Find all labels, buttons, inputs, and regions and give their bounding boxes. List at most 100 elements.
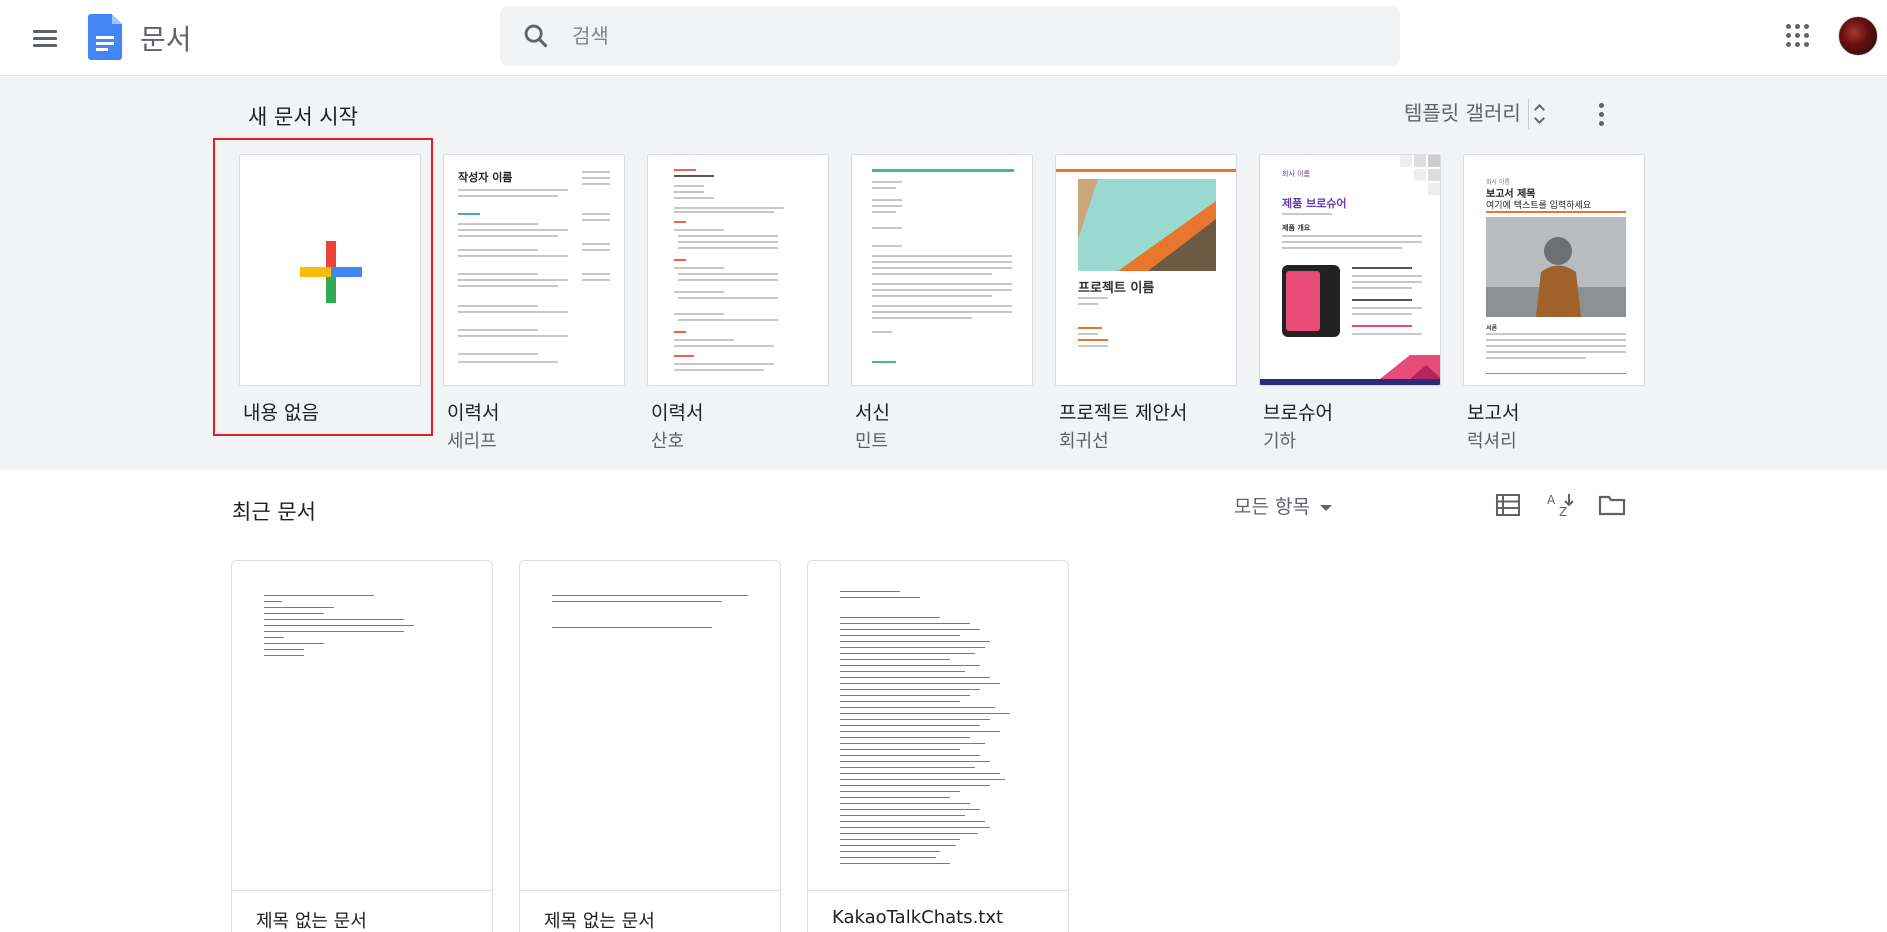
template-thumbnail[interactable] [851, 154, 1033, 386]
template-style: 세리프 [447, 431, 497, 452]
chat-text-line [840, 653, 975, 654]
template-thumbnail[interactable]: 회사 이름 보고서 제목 여기에 텍스트를 입력하세요 서론 [1463, 154, 1645, 386]
chat-text-line [840, 737, 970, 738]
template-report[interactable]: 회사 이름 보고서 제목 여기에 텍스트를 입력하세요 서론 보고서 럭셔리 [1463, 154, 1645, 453]
recent-doc-card[interactable]: KakaoTalkChats.txt [807, 560, 1069, 932]
doc-thumbnail[interactable] [520, 561, 780, 891]
template-gallery-toggle[interactable]: 템플릿 갤러리 [1404, 97, 1521, 126]
app-title[interactable]: 문서 [140, 18, 192, 58]
chat-text-line [840, 773, 1000, 774]
doc-thumbnail[interactable] [232, 561, 492, 891]
menu-icon[interactable] [28, 22, 62, 56]
thumb-section: 서론 [1486, 325, 1498, 332]
chat-text-line [840, 743, 985, 744]
svg-text:A: A [1547, 493, 1556, 507]
thumb-title: 프로젝트 이름 [1078, 281, 1155, 296]
search-input[interactable] [572, 18, 1372, 54]
chat-text-line [840, 815, 965, 816]
cover-graphic [1078, 179, 1216, 271]
chat-text-line [840, 677, 990, 678]
owner-filter-dropdown[interactable]: 모든 항목 [1234, 492, 1332, 519]
template-name: 이력서 [447, 402, 500, 424]
chat-text-line [840, 713, 1010, 714]
top-bar: 문서 [0, 0, 1887, 76]
report-photo [1486, 217, 1626, 317]
svg-text:Z: Z [1559, 505, 1567, 518]
chat-text-line [840, 659, 950, 660]
template-thumbnail[interactable] [647, 154, 829, 386]
template-style: 회귀선 [1059, 431, 1109, 452]
template-resume-coral[interactable]: 이력서 산호 [647, 154, 829, 453]
chat-text-line [840, 797, 950, 798]
template-resume-serif[interactable]: 작성자 이름 이력서 세리프 [443, 154, 625, 453]
template-brochure[interactable]: 회사 이름 제품 브로슈어 제품 개요 브로슈어 기하 [1259, 154, 1441, 453]
doc-name: 제목 없는 문서 [256, 911, 367, 932]
thumb-title: 제품 브로슈어 [1282, 197, 1347, 210]
recent-doc-card[interactable]: 제목 없는 문서 [231, 560, 493, 932]
chat-text-line [840, 821, 985, 822]
chat-text-line [840, 755, 980, 756]
chat-text-line [840, 767, 975, 768]
chat-text-line [840, 689, 980, 690]
chat-text-line [840, 641, 990, 642]
chat-text-line [840, 851, 940, 852]
chat-text-line [840, 845, 956, 846]
folder-icon[interactable] [1598, 494, 1626, 516]
chat-text-line [840, 719, 990, 720]
dropdown-caret-icon [1319, 504, 1332, 511]
sort-az-icon[interactable]: A Z [1545, 492, 1575, 518]
chat-text-line [840, 617, 940, 618]
chat-text-line [840, 701, 960, 702]
chat-text-line [840, 707, 995, 708]
footer-graphic [1260, 355, 1440, 385]
template-letter-mint[interactable]: 서신 민트 [851, 154, 1033, 453]
search-icon[interactable] [522, 22, 550, 50]
selection-highlight [213, 138, 433, 436]
doc-name: KakaoTalkChats.txt [832, 907, 1004, 928]
template-thumbnail[interactable]: 회사 이름 제품 브로슈어 제품 개요 [1259, 154, 1441, 386]
search-bar[interactable] [500, 6, 1400, 66]
chat-text-line [840, 683, 1000, 684]
template-name: 브로슈어 [1263, 402, 1333, 424]
chat-text-line [840, 833, 978, 834]
chat-text-line [840, 863, 950, 864]
recent-doc-card[interactable]: 제목 없는 문서 [519, 560, 781, 932]
chat-text-line [840, 635, 960, 636]
thumb-company: 회사 이름 [1282, 170, 1310, 178]
chat-text-line [840, 725, 980, 726]
more-options-icon[interactable] [1590, 103, 1614, 127]
thumb-section: 제품 개요 [1282, 224, 1311, 232]
thumb-title: 작성자 이름 [458, 171, 513, 184]
chat-text-line [840, 623, 970, 624]
chat-text-line [840, 647, 985, 648]
recent-title: 최근 문서 [232, 500, 316, 524]
avatar[interactable] [1838, 16, 1878, 56]
owner-filter-label: 모든 항목 [1234, 496, 1310, 518]
template-style: 기하 [1263, 431, 1297, 452]
chat-text-line [840, 749, 960, 750]
docs-logo-icon[interactable] [88, 14, 122, 60]
chat-text-line [840, 695, 970, 696]
list-view-icon[interactable] [1496, 494, 1520, 516]
doc-thumbnail[interactable] [808, 561, 1068, 891]
chat-text-line [840, 809, 980, 810]
chat-text-line [840, 779, 1005, 780]
chat-text-line [840, 761, 990, 762]
template-thumbnail[interactable]: 작성자 이름 [443, 154, 625, 386]
gallery-title: 새 문서 시작 [248, 105, 358, 129]
template-name: 이력서 [651, 402, 704, 424]
template-style: 민트 [855, 431, 889, 452]
template-name: 보고서 [1467, 402, 1520, 424]
chat-text-line [840, 857, 936, 858]
chat-text-line [840, 791, 960, 792]
unfold-icon[interactable] [1528, 99, 1550, 129]
template-gallery: 새 문서 시작 템플릿 갤러리 내용 없음 작성자 이름 이력서 세리프 이력서… [0, 77, 1887, 470]
chat-text-line [840, 665, 980, 666]
thumb-subtitle: 여기에 텍스트를 입력하세요 [1486, 201, 1592, 211]
template-project-proposal[interactable]: 프로젝트 이름 프로젝트 제안서 회귀선 [1055, 154, 1237, 453]
apps-grid-icon[interactable] [1786, 24, 1810, 48]
chat-text-line [840, 839, 960, 840]
chat-text-line [840, 629, 980, 630]
template-thumbnail[interactable]: 프로젝트 이름 [1055, 154, 1237, 386]
chat-text-line [840, 671, 965, 672]
